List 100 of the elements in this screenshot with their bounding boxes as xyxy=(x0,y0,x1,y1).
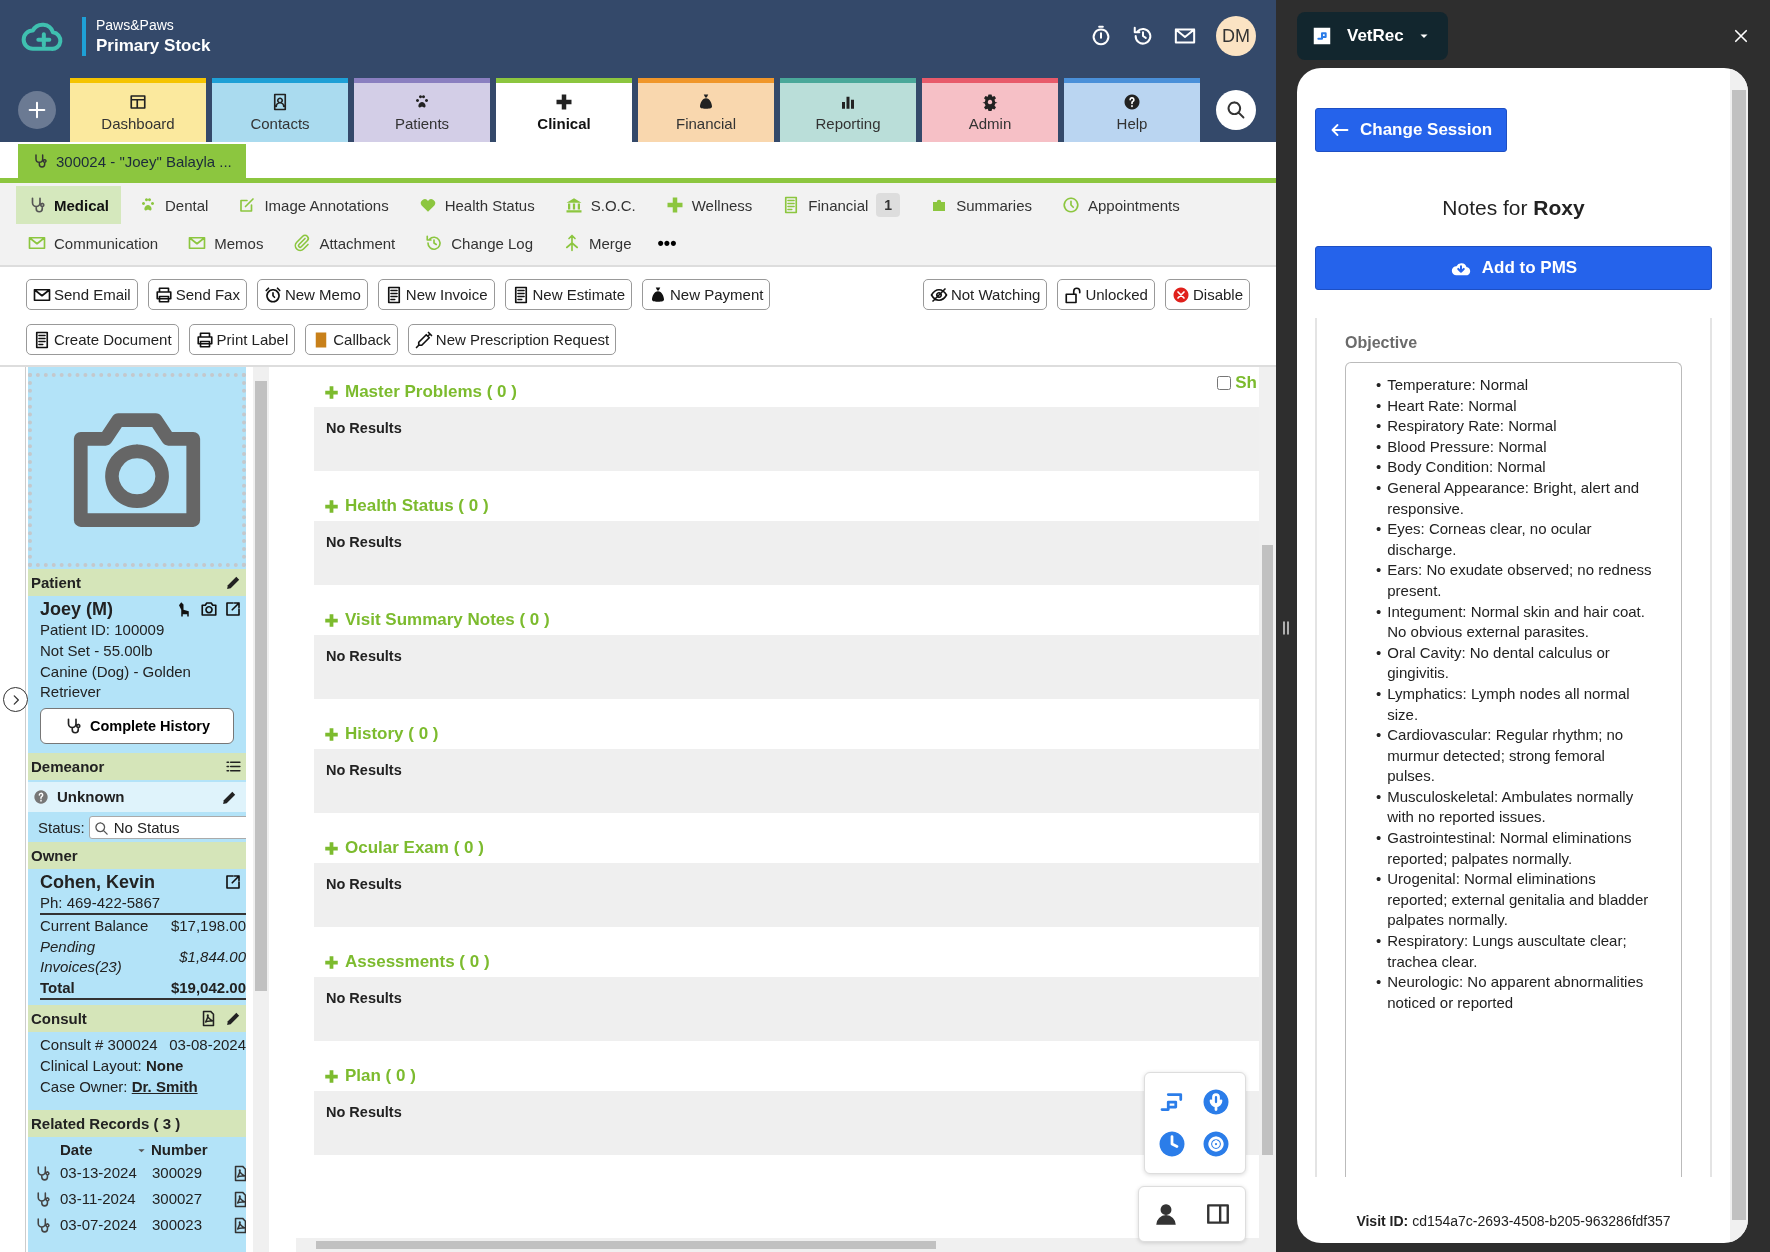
status-field[interactable]: No Status xyxy=(88,816,246,839)
bullet-mark: • xyxy=(1376,972,1382,993)
nav-tab[interactable]: Contacts xyxy=(212,78,348,142)
fax-icon xyxy=(154,285,173,304)
column-header[interactable]: Number xyxy=(151,1140,208,1160)
patient-name: Joey (M) xyxy=(40,599,113,619)
sub-tab[interactable]: Health Status xyxy=(406,186,547,224)
toolbar-button[interactable]: Not Watching xyxy=(922,279,1048,310)
add-to-pms-button[interactable]: Add to PMS xyxy=(1315,246,1712,290)
note-item: Blood Pressure: Normal xyxy=(1387,436,1547,457)
plus-icon xyxy=(665,196,684,214)
note-item: Temperature: Normal xyxy=(1387,375,1529,395)
sub-tab[interactable]: Memos xyxy=(176,224,276,262)
toolbar-button[interactable]: New Memo xyxy=(256,279,368,310)
bullet-mark: • xyxy=(1376,375,1382,395)
nav-tab[interactable]: Admin xyxy=(922,78,1058,142)
toolbar-button[interactable]: Send Email xyxy=(26,279,138,310)
document-icon xyxy=(33,330,51,349)
close-button[interactable] xyxy=(1732,27,1750,45)
nav-tab[interactable]: Help xyxy=(1064,78,1200,142)
status-label: Status: xyxy=(38,817,85,838)
printer-icon xyxy=(195,330,214,349)
scrollbar[interactable] xyxy=(253,367,269,1252)
toolbar-button[interactable]: Create Document xyxy=(26,324,179,355)
bullet-mark: • xyxy=(1376,725,1382,746)
sub-tab[interactable]: S.O.C. xyxy=(552,186,648,224)
toolbar-button[interactable]: Disable xyxy=(1164,279,1250,310)
expand-button[interactable] xyxy=(3,687,28,712)
complete-history-button[interactable]: Complete History xyxy=(40,708,234,744)
case-owner-link[interactable]: Dr. Smith xyxy=(131,1078,198,1095)
search-button[interactable] xyxy=(1216,90,1256,130)
note-item: Lymphatics: Lymph nodes all normal size. xyxy=(1387,683,1631,725)
clock-icon xyxy=(1157,1129,1187,1159)
sub-tab[interactable]: Merge xyxy=(551,224,644,262)
settings-icon xyxy=(1201,1129,1231,1159)
show-checkbox[interactable] xyxy=(1217,376,1232,390)
nav-tab[interactable]: Reporting xyxy=(780,78,916,142)
photo-placeholder[interactable] xyxy=(28,373,246,567)
stethoscope-icon xyxy=(32,153,48,169)
record-tab[interactable]: 300024 - "Joey" Balayla ... xyxy=(18,144,246,178)
person-button[interactable] xyxy=(1153,1201,1179,1227)
sub-tab[interactable]: Change Log xyxy=(413,224,546,262)
note-item: Urogenital: Normal eliminations reported; external genitalia and bladder palpates normally. xyxy=(1387,869,1650,931)
no-results-text: No Results xyxy=(326,534,402,550)
history-icon xyxy=(425,234,444,252)
side-panel-button[interactable] xyxy=(1205,1201,1231,1227)
external-link-icon xyxy=(224,600,242,618)
close-icon xyxy=(1732,27,1750,45)
notes-text-box[interactable] xyxy=(1345,362,1682,1177)
table-cell-text: 300029 xyxy=(152,1163,204,1183)
sub-tab[interactable]: Summaries xyxy=(918,186,1044,224)
more-button[interactable]: ••• xyxy=(649,232,685,254)
bullet-mark: • xyxy=(1376,683,1382,704)
no-results-text: No Results xyxy=(326,420,402,436)
toolbar-button[interactable]: Callback xyxy=(305,324,398,355)
nav-tab[interactable]: Clinical xyxy=(496,78,632,142)
toolbar-button[interactable]: New Estimate xyxy=(504,279,633,310)
building-icon xyxy=(564,196,583,214)
scrollbar[interactable] xyxy=(1259,367,1276,1238)
toolbar-button[interactable]: New Prescription Request xyxy=(407,324,617,355)
toolbar-button[interactable]: New Invoice xyxy=(377,279,495,310)
person-icon xyxy=(1153,1201,1179,1227)
sub-tab[interactable]: Wellness xyxy=(653,186,765,224)
table-cell-text: 300023 xyxy=(152,1215,204,1235)
toolbar-button[interactable]: Unlocked xyxy=(1057,279,1155,310)
toolbar-button[interactable]: Print Label xyxy=(188,324,296,355)
checkbox-label: Sh xyxy=(1235,373,1257,393)
pdf-icon xyxy=(232,1190,246,1208)
sub-tab[interactable]: Image Annotations xyxy=(226,186,401,224)
bullet-mark: • xyxy=(1376,457,1382,478)
sub-tab[interactable]: Medical xyxy=(16,186,122,224)
add-button[interactable] xyxy=(18,91,56,129)
sub-tab[interactable]: Attachment xyxy=(281,224,408,262)
section-heading: Owner xyxy=(31,845,78,866)
sub-tab[interactable]: Communication xyxy=(16,224,171,262)
bullet-mark: • xyxy=(1376,869,1382,890)
patient-detail: Patient ID: 100009 xyxy=(40,620,166,640)
stethoscope-icon xyxy=(34,1164,51,1182)
history-icon xyxy=(1132,25,1154,47)
sub-tab[interactable]: Financial 1 xyxy=(770,186,913,224)
consult-number: Consult # 300024 xyxy=(40,1035,158,1055)
bullet-mark: • xyxy=(1376,477,1382,498)
patient-detail: Not Set - 55.00lb xyxy=(40,641,154,661)
nav-tab[interactable]: Dashboard xyxy=(70,78,206,142)
app-switcher[interactable]: VetRec xyxy=(1297,12,1448,60)
visit-id: Visit ID: cd154a7c-2693-4508-b205-963286fdf357 xyxy=(1355,1212,1672,1231)
horizontal-scrollbar[interactable] xyxy=(296,1238,1276,1252)
syringe-icon xyxy=(414,330,433,349)
column-header[interactable]: Date xyxy=(60,1140,152,1160)
no-results-text: No Results xyxy=(326,990,402,1006)
toolbar-button[interactable]: Send Fax xyxy=(147,279,247,310)
nav-tab[interactable]: Financial xyxy=(638,78,774,142)
sub-tab[interactable]: Appointments xyxy=(1050,186,1192,224)
change-session-button[interactable]: Change Session xyxy=(1315,108,1508,152)
sub-tab[interactable]: Dental xyxy=(127,186,221,224)
table-cell-text: 03-13-2024 xyxy=(60,1163,138,1183)
nav-tab[interactable]: Patients xyxy=(354,78,490,142)
user-avatar[interactable]: DM xyxy=(1216,16,1256,56)
search-icon xyxy=(1226,100,1246,120)
toolbar-button[interactable]: New Payment xyxy=(642,279,771,310)
